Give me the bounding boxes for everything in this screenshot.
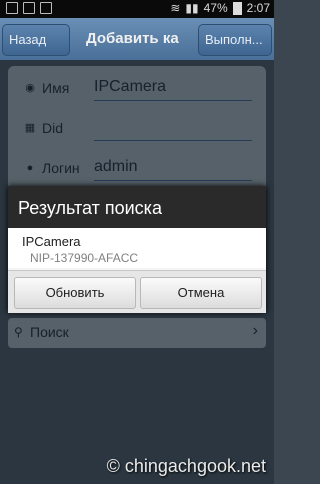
dialog-buttons: Обновить Отмена bbox=[8, 270, 266, 313]
page-title: Добавить ка bbox=[86, 30, 179, 47]
cancel-button[interactable]: Отмена bbox=[140, 277, 262, 309]
apply-button[interactable]: Выполн... bbox=[198, 24, 272, 56]
signal-icon: ▮▮ bbox=[185, 1, 199, 15]
status-bar: ≋ ▮▮ 47% 2:07 bbox=[0, 0, 274, 18]
result-name: IPCamera bbox=[22, 234, 81, 249]
clock: 2:07 bbox=[246, 1, 270, 15]
battery-icon bbox=[232, 1, 242, 15]
search-result-item[interactable]: IPCamera NIP-137990-AFACC bbox=[8, 228, 266, 268]
sync-icon bbox=[40, 2, 52, 14]
battery-text: 47% bbox=[203, 1, 228, 15]
result-id: NIP-137990-AFACC bbox=[30, 251, 139, 265]
wifi-icon: ≋ bbox=[170, 1, 181, 15]
back-button[interactable]: Назад bbox=[2, 24, 70, 56]
title-bar: Назад Добавить ка Выполн... bbox=[0, 18, 274, 60]
refresh-button[interactable]: Обновить bbox=[14, 277, 136, 309]
notification-icon bbox=[6, 2, 18, 14]
dialog-title: Результат поиска bbox=[8, 186, 266, 228]
search-result-dialog: Результат поиска IPCamera NIP-137990-AFA… bbox=[8, 186, 266, 313]
watermark: © chingachgook.net bbox=[106, 456, 266, 476]
image-icon bbox=[23, 2, 35, 14]
